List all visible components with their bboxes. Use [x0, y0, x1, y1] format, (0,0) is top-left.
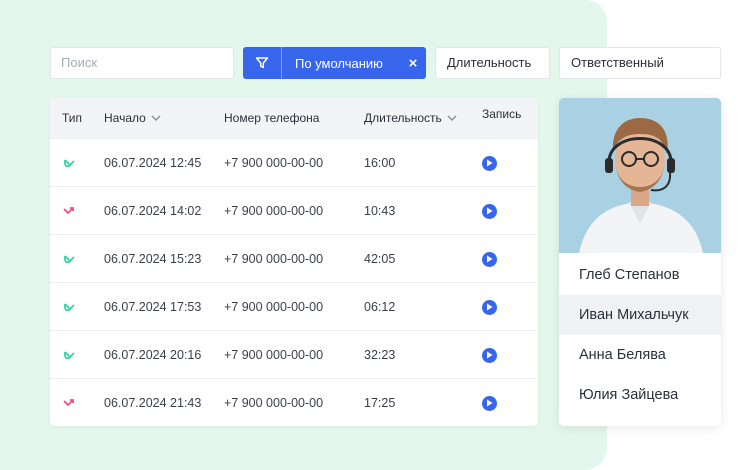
header-duration-label: Длительность [364, 111, 442, 125]
missed-call-icon [62, 187, 76, 235]
call-duration: 17:25 [364, 396, 396, 410]
play-icon [482, 203, 497, 219]
call-phone: +7 900 000-00-00 [224, 348, 324, 362]
missed-call-icon [62, 379, 76, 426]
call-phone: +7 900 000-00-00 [224, 204, 324, 218]
call-start: 06.07.2024 14:02 [104, 204, 202, 218]
responsible-list: Глеб Степанов Иван Михальчук Анна Белява Юл… [559, 253, 721, 415]
call-start: 06.07.2024 17:53 [104, 300, 202, 314]
incoming-call-icon [62, 283, 76, 331]
table-row[interactable]: 06.07.2024 15:23 +7 900 000-00-00 42:05 [50, 234, 538, 282]
chevron-down-icon [151, 98, 161, 138]
incoming-call-icon [62, 331, 76, 379]
play-button[interactable] [482, 331, 497, 379]
call-duration: 10:43 [364, 204, 396, 218]
table-row[interactable]: 06.07.2024 14:02 +7 900 000-00-00 10:43 [50, 186, 538, 234]
header-duration[interactable]: Длительность [364, 98, 457, 138]
responsible-dropdown: Глеб Степанов Иван Михальчук Анна Белява Юл… [559, 98, 721, 426]
responsible-option[interactable]: Юлия Зайцева [559, 375, 721, 415]
incoming-call-icon [62, 139, 76, 187]
call-start: 06.07.2024 21:43 [104, 396, 202, 410]
play-icon [482, 395, 497, 411]
play-button[interactable] [482, 139, 497, 187]
chevron-down-icon [447, 98, 457, 138]
table-row[interactable]: 06.07.2024 12:45 +7 900 000-00-00 16:00 [50, 138, 538, 186]
call-phone: +7 900 000-00-00 [224, 396, 324, 410]
play-button[interactable] [482, 235, 497, 283]
call-duration: 32:23 [364, 348, 396, 362]
header-start-label: Начало [104, 111, 146, 125]
table-row[interactable]: 06.07.2024 21:43 +7 900 000-00-00 17:25 [50, 378, 538, 426]
filter-icon [243, 47, 282, 79]
play-icon [482, 347, 497, 363]
responsible-option[interactable]: Анна Белява [559, 335, 721, 375]
header-phone: Номер телефона [224, 111, 320, 125]
call-start: 06.07.2024 20:16 [104, 348, 202, 362]
play-button[interactable] [482, 187, 497, 235]
table-row[interactable]: 06.07.2024 20:16 +7 900 000-00-00 32:23 [50, 330, 538, 378]
call-start: 06.07.2024 12:45 [104, 156, 202, 170]
call-duration: 42:05 [364, 252, 396, 266]
responsible-option[interactable]: Глеб Степанов [559, 255, 721, 295]
header-type: Тип [62, 111, 83, 125]
filter-preset-label: По умолчанию [295, 55, 383, 71]
filter-preset-button[interactable]: По умолчанию × [243, 47, 426, 79]
play-icon [482, 299, 497, 315]
call-duration: 06:12 [364, 300, 396, 314]
play-button[interactable] [482, 379, 497, 426]
header-record: Запись [482, 107, 522, 121]
call-phone: +7 900 000-00-00 [224, 156, 324, 170]
responsible-filter-button[interactable]: Ответственный [559, 47, 721, 79]
close-icon[interactable]: × [400, 55, 426, 72]
table-header: Тип Начало Номер телефона Длительность З… [50, 98, 538, 138]
calls-table: Тип Начало Номер телефона Длительность З… [50, 98, 538, 426]
search-input[interactable]: Поиск [50, 47, 234, 79]
incoming-call-icon [62, 235, 76, 283]
header-start[interactable]: Начало [104, 98, 161, 138]
call-duration: 16:00 [364, 156, 396, 170]
responsible-option[interactable]: Иван Михальчук [559, 295, 721, 335]
call-start: 06.07.2024 15:23 [104, 252, 202, 266]
table-row[interactable]: 06.07.2024 17:53 +7 900 000-00-00 06:12 [50, 282, 538, 330]
duration-filter-button[interactable]: Длительность [435, 47, 550, 79]
play-icon [482, 155, 497, 171]
operator-photo [559, 98, 721, 253]
play-button[interactable] [482, 283, 497, 331]
call-phone: +7 900 000-00-00 [224, 300, 324, 314]
call-phone: +7 900 000-00-00 [224, 252, 324, 266]
play-icon [482, 251, 497, 267]
